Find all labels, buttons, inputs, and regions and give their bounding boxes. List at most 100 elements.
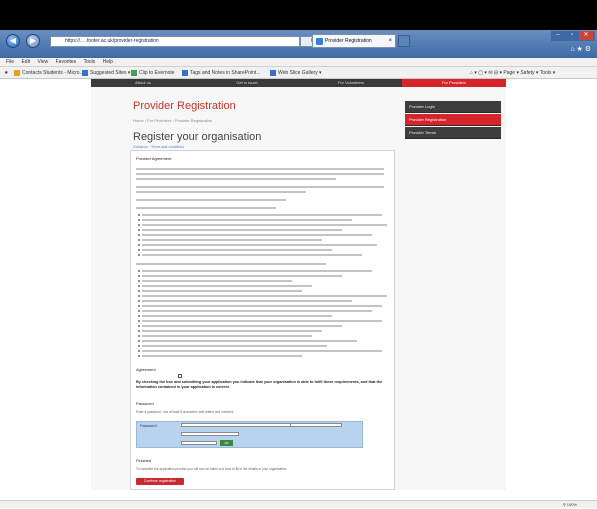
ie-icon xyxy=(182,69,188,76)
breadcrumb[interactable]: Home › For Providers › Provider Registra… xyxy=(133,118,212,123)
text-line xyxy=(142,229,342,231)
page-icon xyxy=(316,38,323,45)
password-intro: Enter a password. Use at least 8 charact… xyxy=(136,410,235,414)
captcha-field[interactable] xyxy=(181,441,217,445)
bullet xyxy=(138,330,140,332)
bullet xyxy=(138,224,140,226)
text-line xyxy=(142,310,372,312)
fav-item[interactable]: Clip to Evernote xyxy=(131,67,175,79)
new-tab-button[interactable] xyxy=(398,35,410,47)
text-line xyxy=(142,325,342,327)
text-line xyxy=(142,285,312,287)
menu-tools[interactable]: Tools xyxy=(84,59,96,65)
bullet xyxy=(138,239,140,241)
bullet xyxy=(138,310,140,312)
favorites-bar: ★ Contacts Students - Micro... Suggested… xyxy=(0,67,597,79)
command-bar[interactable]: ⌂ ▾ ▢ ▾ ✉ ⊟ ▾ Page ▾ Safety ▾ Tools ▾ xyxy=(470,67,555,79)
close-icon[interactable]: × xyxy=(388,35,392,47)
fav-item[interactable]: Web Slice Gallery ▾ xyxy=(270,67,322,79)
bullet xyxy=(138,219,140,221)
bullet xyxy=(138,295,140,297)
menu-file[interactable]: File xyxy=(6,59,14,65)
fav-item[interactable]: Tags and Notes in SharePoint... xyxy=(182,67,260,79)
text-line xyxy=(136,199,286,201)
black-border xyxy=(0,0,597,30)
section-heading: Provider Agreement xyxy=(136,156,172,161)
bullet xyxy=(138,315,140,317)
home-star-icons[interactable]: ⌂ ★ ⚙ xyxy=(570,45,591,53)
browser-titlebar: ◀ ▶ https://... .footer.ac.uk/provider-r… xyxy=(0,30,597,58)
bullet xyxy=(138,335,140,337)
minimize-icon[interactable]: – xyxy=(551,31,565,40)
text-line xyxy=(142,280,292,282)
bullet xyxy=(138,280,140,282)
menu-help[interactable]: Help xyxy=(103,59,113,65)
password-label: Password xyxy=(140,424,157,428)
agreement-heading: Agreement xyxy=(136,367,156,372)
tab-provider-registration[interactable]: Provider Registration × xyxy=(312,34,396,48)
bullet xyxy=(138,350,140,352)
text-line xyxy=(136,186,384,188)
fav-item[interactable]: Contacts Students - Micro... xyxy=(14,67,84,79)
bullet xyxy=(138,290,140,292)
ie-icon xyxy=(270,69,276,76)
agree-checkbox[interactable] xyxy=(178,374,182,378)
nav-volunteers[interactable]: For Volunteers xyxy=(299,79,403,87)
text-line xyxy=(142,239,322,241)
text-line xyxy=(136,173,384,175)
nav-about[interactable]: About us xyxy=(91,79,195,87)
text-line xyxy=(142,244,377,246)
forward-button[interactable]: ▶ xyxy=(26,34,40,48)
bullet xyxy=(138,234,140,236)
menu-view[interactable]: View xyxy=(37,59,48,65)
text-line xyxy=(136,178,336,180)
favorites-star-icon[interactable]: ★ xyxy=(4,67,8,79)
close-window-icon[interactable]: ✕ xyxy=(579,31,593,40)
bullet xyxy=(138,345,140,347)
text-line xyxy=(142,320,382,322)
back-button[interactable]: ◀ xyxy=(6,34,20,48)
text-line xyxy=(142,234,372,236)
text-line xyxy=(142,219,352,221)
maximize-icon[interactable]: ▫ xyxy=(565,31,579,40)
password-ok-button[interactable]: OK xyxy=(220,440,233,446)
text-line xyxy=(142,214,382,216)
address-bar[interactable]: https://... .footer.ac.uk/provider-regis… xyxy=(50,36,300,47)
menu-favorites[interactable]: Favorites xyxy=(56,59,77,65)
bullet xyxy=(138,300,140,302)
text-line xyxy=(142,345,327,347)
finish-heading: Finished xyxy=(136,458,152,463)
text-line xyxy=(142,224,387,226)
sidebar-item-login[interactable]: Provider Login xyxy=(405,101,501,113)
password-field[interactable] xyxy=(181,423,291,427)
text-line xyxy=(142,315,332,317)
agreement-text: By checking the box and submitting your … xyxy=(136,380,383,389)
bullet xyxy=(138,325,140,327)
text-line xyxy=(142,335,312,337)
text-line xyxy=(136,263,326,265)
bullet xyxy=(138,320,140,322)
sidebar-item-terms[interactable]: Provider Terms xyxy=(405,127,501,139)
nav-contact[interactable]: Get in touch xyxy=(195,79,299,87)
ie-icon xyxy=(82,69,88,76)
confirm-password-field[interactable] xyxy=(181,432,239,436)
bullet xyxy=(138,214,140,216)
bullet xyxy=(138,275,140,277)
continue-registration-button[interactable]: Continue registration xyxy=(136,478,184,485)
text-line xyxy=(142,270,372,272)
nav-providers[interactable]: For Providers xyxy=(402,79,506,87)
text-line xyxy=(142,275,342,277)
site-nav: About us Get in touch For Volunteers For… xyxy=(91,79,506,87)
finish-text: To complete the application process you … xyxy=(136,467,288,471)
text-line xyxy=(142,290,302,292)
guidance-links[interactable]: Guidance · Terms and conditions xyxy=(133,145,184,149)
text-line xyxy=(136,168,384,170)
sidebar-item-registration[interactable]: Provider Registration xyxy=(405,114,501,126)
zoom-level[interactable]: ⚲ 100% xyxy=(563,502,577,507)
page-title: Provider Registration xyxy=(133,100,236,112)
fav-item[interactable]: Suggested Sites ▾ xyxy=(82,67,130,79)
text-line xyxy=(142,340,357,342)
text-line xyxy=(142,295,387,297)
menu-edit[interactable]: Edit xyxy=(21,59,30,65)
bullet xyxy=(138,244,140,246)
